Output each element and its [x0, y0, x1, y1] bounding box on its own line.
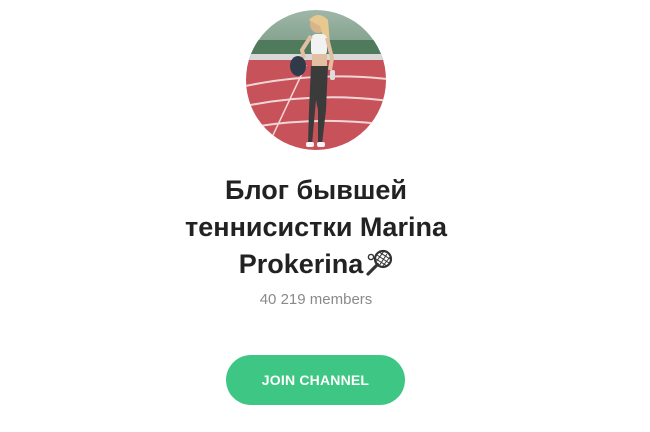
channel-avatar[interactable]: [246, 10, 386, 150]
channel-title-line-2: теннисистки Marina: [185, 212, 447, 242]
channel-title-line-1: Блог бывшей: [225, 175, 407, 205]
join-channel-button[interactable]: JOIN CHANNEL: [226, 355, 405, 405]
channel-title: Блог бывшей теннисистки Marina Prokerina: [100, 172, 532, 287]
channel-title-line-3-wrap: Prokerina: [100, 246, 532, 287]
member-count: 40 219 members: [259, 291, 373, 308]
avatar-photo: [246, 10, 386, 150]
tennis-racket-icon: [365, 249, 393, 287]
channel-title-line-3: Prokerina: [238, 249, 364, 279]
channel-preview: Блог бывшей теннисистки Marina Prokerina…: [0, 0, 650, 432]
